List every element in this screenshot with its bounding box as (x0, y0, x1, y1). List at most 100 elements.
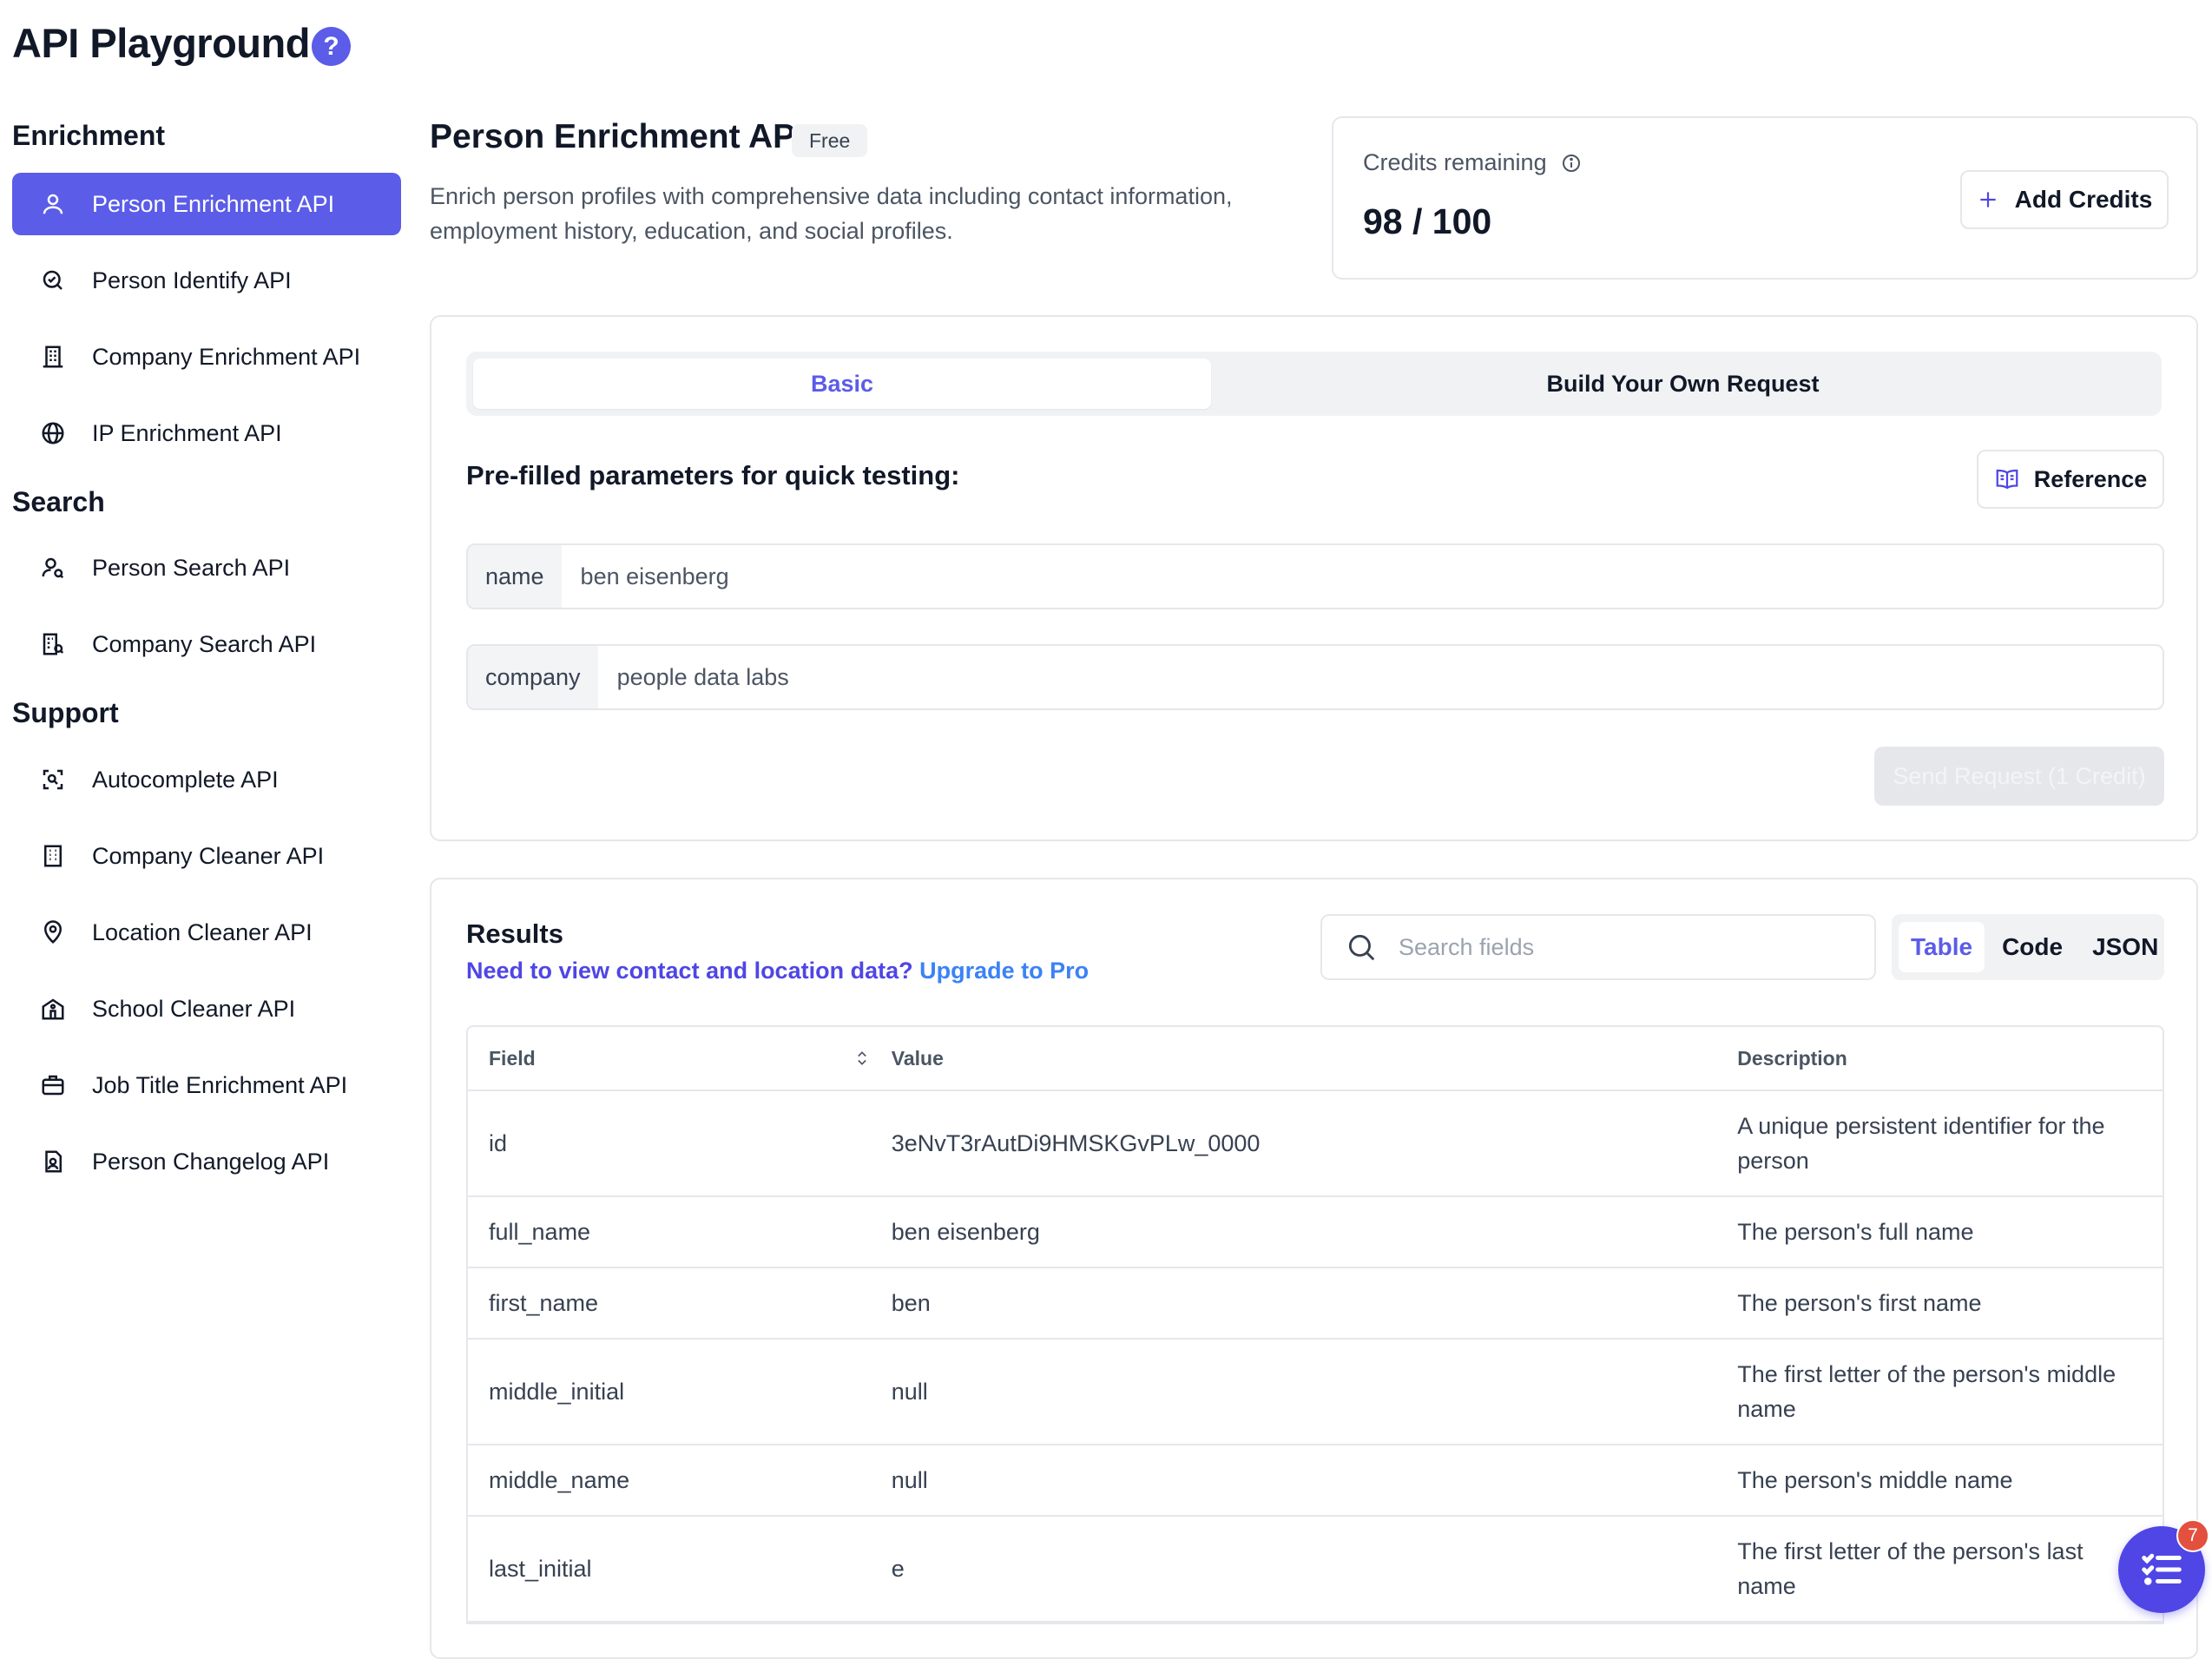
table-row: id 3eNvT3rAutDi9HMSKGvPLw_0000 A unique … (468, 1091, 2163, 1197)
row-value: ben (891, 1289, 931, 1316)
tab-build-your-own-request[interactable]: Build Your Own Request (1211, 359, 2155, 409)
sidebar-item-company-search[interactable]: Company Search API (12, 613, 401, 675)
column-description-header: Description (1737, 1047, 1847, 1070)
results-title: Results (466, 918, 563, 949)
sidebar-item-autocomplete[interactable]: Autocomplete API (12, 748, 401, 811)
sidebar-item-label: Company Cleaner API (92, 842, 325, 869)
sort-icon[interactable] (853, 1050, 871, 1067)
view-table-button[interactable]: Table (1899, 922, 1985, 972)
search-fields-input[interactable] (1397, 932, 1852, 962)
row-value: null (891, 1466, 928, 1493)
office-icon (38, 841, 68, 871)
sidebar-item-label: School Cleaner API (92, 995, 296, 1022)
sidebar-item-label: Person Identify API (92, 267, 292, 293)
building-search-icon (38, 629, 68, 659)
request-card: Basic Build Your Own Request Pre-filled … (430, 315, 2198, 841)
sidebar-item-label: Person Search API (92, 554, 291, 581)
column-field-header[interactable]: Field (468, 1047, 892, 1070)
sidebar-item-person-enrichment[interactable]: Person Enrichment API (12, 173, 401, 235)
sidebar-item-person-identify[interactable]: Person Identify API (12, 249, 401, 312)
send-request-button[interactable]: Send Request (1 Credit) (1874, 747, 2164, 806)
credits-label: Credits remaining (1363, 149, 1547, 175)
sidebar-item-label: Job Title Enrichment API (92, 1071, 348, 1098)
row-value: null (891, 1378, 928, 1405)
table-row: first_name ben The person's first name (468, 1268, 2163, 1340)
view-json-button[interactable]: JSON (2080, 922, 2170, 972)
building-icon (38, 342, 68, 372)
param-key: company (468, 646, 598, 708)
add-credits-button[interactable]: Add Credits (1960, 170, 2169, 229)
sidebar-item-person-search[interactable]: Person Search API (12, 537, 401, 599)
app-title: API Playground (12, 20, 310, 66)
row-field: full_name (489, 1218, 591, 1245)
upgrade-to-pro-link[interactable]: Upgrade to Pro (919, 958, 1089, 984)
sidebar-item-label: Person Enrichment API (92, 190, 335, 217)
sidebar-item-person-changelog[interactable]: Person Changelog API (12, 1130, 401, 1193)
row-field: middle_name (489, 1466, 630, 1493)
sidebar-item-company-enrichment[interactable]: Company Enrichment API (12, 326, 401, 388)
search-icon (1345, 931, 1378, 964)
sidebar-item-location-cleaner[interactable]: Location Cleaner API (12, 901, 401, 964)
sidebar-item-label: Location Cleaner API (92, 918, 313, 945)
sidebar-item-label: Person Changelog API (92, 1148, 330, 1175)
table-header: Field Value Description (468, 1027, 2163, 1091)
column-label: Field (489, 1046, 536, 1070)
section-title-enrichment: Enrichment (12, 120, 166, 151)
credits-card: Credits remaining 98 / 100 Add Credits (1332, 116, 2198, 280)
credits-label-row: Credits remaining (1363, 149, 1582, 176)
row-description: The first letter of the person's middle … (1737, 1361, 2117, 1422)
view-code-button[interactable]: Code (1990, 922, 2075, 972)
list-check-icon (2138, 1546, 2185, 1593)
param-value-input[interactable]: people data labs (598, 646, 2163, 708)
column-value-header: Value (891, 1046, 944, 1070)
sidebar-item-ip-enrichment[interactable]: IP Enrichment API (12, 402, 401, 464)
param-value-input[interactable]: ben eisenberg (562, 545, 2163, 608)
reference-label: Reference (2033, 465, 2148, 492)
row-value: ben eisenberg (891, 1218, 1040, 1245)
row-description: The first letter of the person's last na… (1737, 1538, 2084, 1599)
row-field: id (489, 1129, 508, 1156)
sidebar-item-label: IP Enrichment API (92, 419, 282, 446)
upsell-message: Need to view contact and location data? … (466, 958, 1089, 984)
page-title: Person Enrichment API (430, 118, 805, 155)
param-row-name: name ben eisenberg (466, 543, 2164, 609)
view-toggle: Table Code JSON (1892, 914, 2164, 980)
sidebar-item-job-title-enrichment[interactable]: Job Title Enrichment API (12, 1054, 401, 1116)
row-field: middle_initial (489, 1378, 625, 1405)
user-icon (38, 189, 68, 219)
param-key: name (468, 545, 562, 608)
search-fields-box (1320, 914, 1876, 980)
row-description: The person's full name (1737, 1219, 1974, 1245)
notification-badge: 7 (2176, 1519, 2209, 1552)
upsell-text: Need to view contact and location data? (466, 958, 913, 984)
file-user-icon (38, 1147, 68, 1176)
row-description: A unique persistent identifier for the p… (1737, 1113, 2105, 1174)
identify-icon (38, 266, 68, 295)
tab-basic[interactable]: Basic (473, 359, 1211, 409)
sidebar-item-company-cleaner[interactable]: Company Cleaner API (12, 825, 401, 887)
section-title-search: Search (12, 486, 105, 517)
plan-badge: Free (792, 124, 868, 157)
sidebar-item-label: Autocomplete API (92, 766, 279, 793)
help-icon[interactable]: ? (312, 27, 351, 66)
sidebar-item-label: Company Enrichment API (92, 343, 361, 370)
info-icon[interactable] (1561, 153, 1582, 174)
sidebar-item-school-cleaner[interactable]: School Cleaner API (12, 978, 401, 1040)
map-pin-icon (38, 918, 68, 947)
row-field: last_initial (489, 1555, 592, 1582)
school-icon (38, 994, 68, 1024)
scan-icon (38, 765, 68, 794)
param-row-company: company people data labs (466, 644, 2164, 710)
globe-icon (38, 418, 68, 448)
table-row: middle_initial null The first letter of … (468, 1340, 2163, 1445)
credits-value: 98 / 100 (1363, 201, 1492, 241)
prefill-title: Pre-filled parameters for quick testing: (466, 460, 960, 490)
user-search-icon (38, 553, 68, 583)
table-row: full_name ben eisenberg The person's ful… (468, 1197, 2163, 1268)
table-row: middle_name null The person's middle nam… (468, 1445, 2163, 1517)
results-table: Field Value Description id 3eNvT3rAutDi9… (466, 1025, 2164, 1624)
plus-icon (1977, 188, 1999, 211)
section-title-support: Support (12, 697, 119, 728)
request-tabs: Basic Build Your Own Request (466, 352, 2162, 416)
reference-button[interactable]: Reference (1977, 450, 2164, 509)
